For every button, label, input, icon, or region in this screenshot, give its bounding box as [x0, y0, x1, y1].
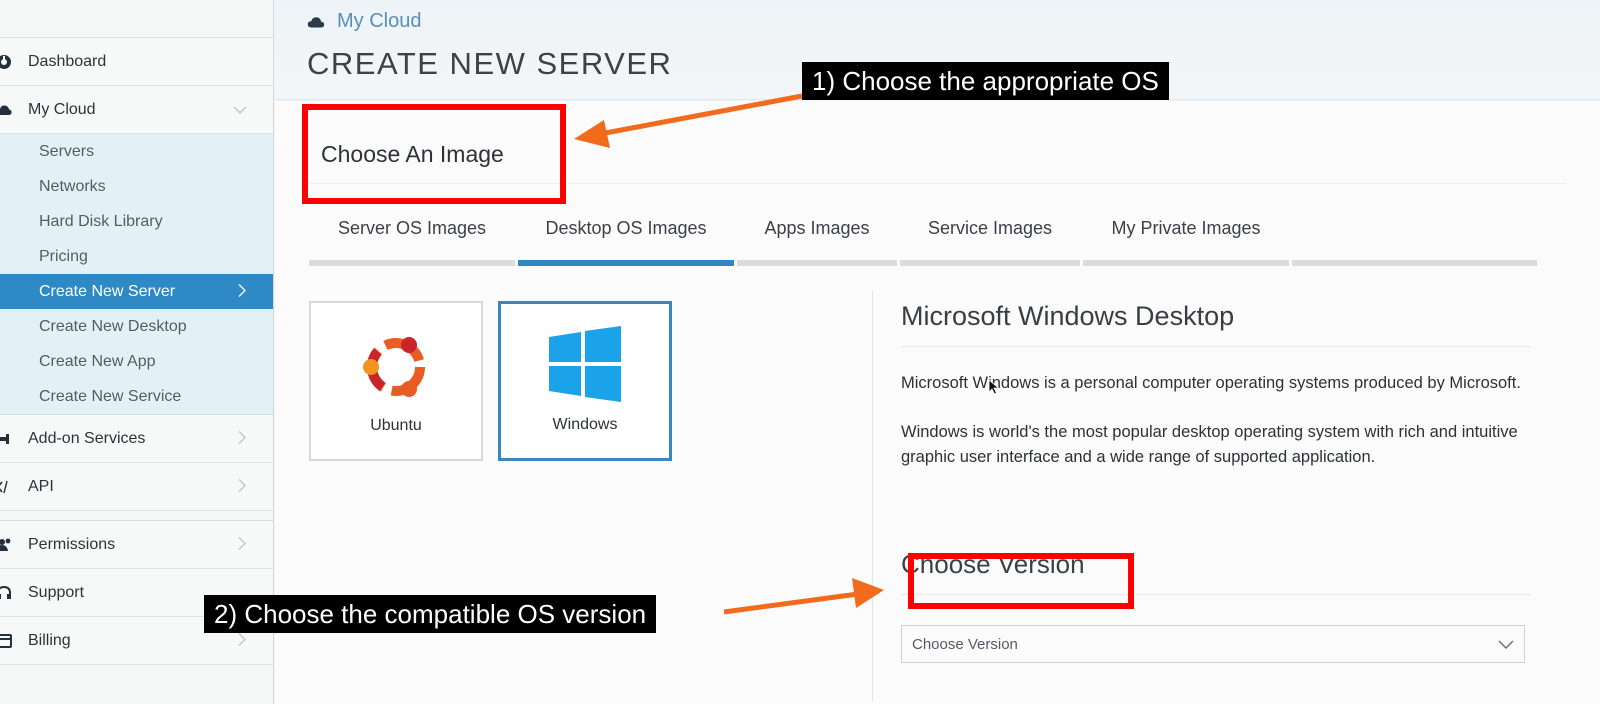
sidebar-top-bar: [0, 0, 273, 38]
chevron-right-icon: [237, 478, 247, 495]
tab-apps-images[interactable]: Apps Images: [737, 206, 897, 266]
tab-label: My Private Images: [1111, 218, 1261, 238]
sidebar-item-label: Create New Service: [39, 387, 182, 405]
sidebar-item-label: Pricing: [39, 247, 88, 265]
chevron-right-icon: [237, 430, 247, 447]
sidebar-item-label: My Cloud: [28, 100, 96, 118]
tile-label: Ubuntu: [370, 417, 422, 434]
sidebar-item-servers[interactable]: Servers: [0, 134, 273, 169]
sidebar-item-label: Add-on Services: [28, 429, 146, 447]
sidebar-item-label: Dashboard: [28, 52, 107, 70]
sidebar-item-create-new-service[interactable]: Create New Service: [0, 379, 273, 414]
image-tabs: Server OS Images Desktop OS Images Apps …: [309, 206, 1557, 266]
divider: [901, 346, 1531, 347]
tile-windows[interactable]: Windows: [498, 301, 672, 461]
sidebar-item-dashboard[interactable]: Dashboard: [0, 38, 273, 86]
chevron-right-icon: [237, 283, 247, 300]
annotation-highlight-box: [908, 553, 1134, 609]
users-icon: [0, 537, 12, 553]
sidebar-item-label: Billing: [28, 631, 71, 649]
sidebar-item-hard-disk-library[interactable]: Hard Disk Library: [0, 204, 273, 239]
windows-logo-icon: [549, 326, 621, 402]
tab-underline: [518, 260, 734, 266]
tab-service-images[interactable]: Service Images: [900, 206, 1080, 266]
tab-filler: [1292, 206, 1537, 266]
sidebar-item-label: Servers: [39, 142, 95, 160]
annotation-callout-2: 2) Choose the compatible OS version: [204, 595, 657, 633]
tab-label: Desktop OS Images: [545, 218, 707, 238]
sidebar-item-label: Hard Disk Library: [39, 212, 163, 230]
sidebar-item-pricing[interactable]: Pricing: [0, 239, 273, 274]
os-description-paragraph: Windows is world's the most popular desk…: [901, 423, 1518, 466]
annotation-highlight-box: [302, 104, 566, 204]
tab-underline: [1292, 260, 1537, 266]
vertical-divider: [872, 291, 873, 701]
os-detail-title: Microsoft Windows Desktop: [901, 301, 1235, 331]
sidebar-item-api[interactable]: API: [0, 463, 273, 511]
tab-label: Service Images: [927, 218, 1053, 238]
version-select[interactable]: Choose Version: [901, 625, 1525, 663]
sidebar-item-my-cloud[interactable]: My Cloud: [0, 86, 273, 134]
sidebar-item-networks[interactable]: Networks: [0, 169, 273, 204]
sidebar-item-permissions[interactable]: Permissions: [0, 521, 273, 569]
annotation-callout-1: 1) Choose the appropriate OS: [802, 62, 1169, 100]
sidebar-item-label: Create New App: [39, 352, 156, 370]
mouse-cursor-icon: [988, 379, 1000, 395]
chevron-right-icon: [237, 632, 247, 649]
chevron-down-icon: [233, 102, 247, 118]
billing-icon: [0, 633, 12, 649]
sidebar-item-add-on-services[interactable]: Add-on Services: [0, 415, 273, 463]
tab-underline: [309, 260, 515, 266]
dashboard-icon: [0, 54, 12, 70]
tab-server-os-images[interactable]: Server OS Images: [309, 206, 515, 266]
sidebar-item-create-new-server[interactable]: Create New Server: [0, 274, 273, 309]
sidebar-separator: [0, 511, 273, 521]
tab-underline: [737, 260, 897, 266]
sidebar-item-label: Networks: [39, 177, 106, 195]
cloud-icon: [0, 102, 12, 118]
tab-underline: [900, 260, 1080, 266]
sidebar-item-label: Permissions: [28, 535, 116, 553]
breadcrumb[interactable]: My Cloud: [307, 10, 421, 33]
sidebar-item-label: Create New Server: [39, 282, 176, 300]
tile-label: Windows: [552, 416, 618, 433]
chevron-right-icon: [237, 536, 247, 553]
tab-label: Apps Images: [764, 218, 870, 238]
breadcrumb-label: My Cloud: [337, 10, 422, 32]
tab-desktop-os-images[interactable]: Desktop OS Images: [518, 206, 734, 266]
code-icon: [0, 479, 12, 495]
version-select-value: Choose Version: [912, 635, 1018, 653]
headset-icon: [0, 585, 12, 601]
sidebar-item-create-new-desktop[interactable]: Create New Desktop: [0, 309, 273, 344]
sidebar-item-label: Support: [28, 583, 85, 601]
tile-ubuntu[interactable]: Ubuntu: [309, 301, 483, 461]
ubuntu-logo-icon: [363, 337, 425, 397]
tab-underline: [1083, 260, 1289, 266]
cloud-icon: [307, 16, 325, 27]
sidebar-item-label: API: [28, 477, 54, 495]
sidebar-item-create-new-app[interactable]: Create New App: [0, 344, 273, 379]
sidebar-item-label: Create New Desktop: [39, 317, 187, 335]
sidebar-submenu-my-cloud: Servers Networks Hard Disk Library Prici…: [0, 134, 273, 415]
plug-icon: [0, 431, 12, 447]
page-title: CREATE NEW SERVER: [307, 46, 673, 81]
tab-label: Server OS Images: [337, 218, 487, 238]
tab-my-private-images[interactable]: My Private Images: [1083, 206, 1289, 266]
chevron-down-icon: [1498, 640, 1514, 650]
